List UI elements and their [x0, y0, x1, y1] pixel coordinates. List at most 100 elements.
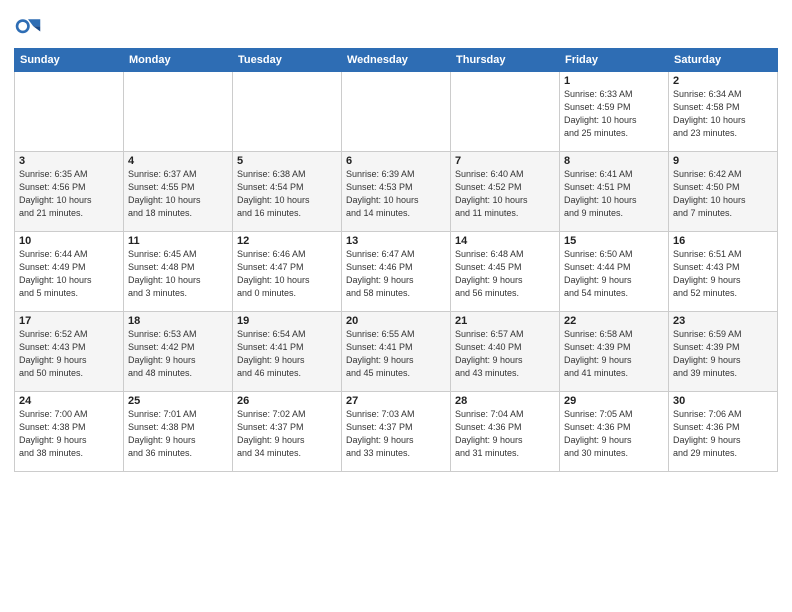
day-info: Sunrise: 6:54 AM Sunset: 4:41 PM Dayligh…	[237, 328, 337, 380]
calendar-cell	[342, 72, 451, 152]
calendar-cell: 25Sunrise: 7:01 AM Sunset: 4:38 PM Dayli…	[124, 392, 233, 472]
day-number: 19	[237, 315, 337, 327]
day-info: Sunrise: 6:35 AM Sunset: 4:56 PM Dayligh…	[19, 168, 119, 220]
day-info: Sunrise: 6:58 AM Sunset: 4:39 PM Dayligh…	[564, 328, 664, 380]
calendar-week-row-0: 1Sunrise: 6:33 AM Sunset: 4:59 PM Daylig…	[15, 72, 778, 152]
day-number: 1	[564, 75, 664, 87]
day-info: Sunrise: 6:59 AM Sunset: 4:39 PM Dayligh…	[673, 328, 773, 380]
header	[14, 10, 778, 42]
day-number: 22	[564, 315, 664, 327]
calendar-cell: 20Sunrise: 6:55 AM Sunset: 4:41 PM Dayli…	[342, 312, 451, 392]
calendar-cell	[124, 72, 233, 152]
weekday-header-saturday: Saturday	[669, 49, 778, 72]
day-number: 20	[346, 315, 446, 327]
weekday-header-monday: Monday	[124, 49, 233, 72]
day-number: 8	[564, 155, 664, 167]
day-number: 9	[673, 155, 773, 167]
day-info: Sunrise: 6:39 AM Sunset: 4:53 PM Dayligh…	[346, 168, 446, 220]
day-info: Sunrise: 6:44 AM Sunset: 4:49 PM Dayligh…	[19, 248, 119, 300]
day-info: Sunrise: 6:33 AM Sunset: 4:59 PM Dayligh…	[564, 88, 664, 140]
day-number: 7	[455, 155, 555, 167]
day-info: Sunrise: 7:02 AM Sunset: 4:37 PM Dayligh…	[237, 408, 337, 460]
day-number: 25	[128, 395, 228, 407]
calendar-cell: 5Sunrise: 6:38 AM Sunset: 4:54 PM Daylig…	[233, 152, 342, 232]
calendar-cell: 21Sunrise: 6:57 AM Sunset: 4:40 PM Dayli…	[451, 312, 560, 392]
day-number: 16	[673, 235, 773, 247]
day-number: 13	[346, 235, 446, 247]
weekday-header-wednesday: Wednesday	[342, 49, 451, 72]
day-info: Sunrise: 6:41 AM Sunset: 4:51 PM Dayligh…	[564, 168, 664, 220]
day-info: Sunrise: 7:05 AM Sunset: 4:36 PM Dayligh…	[564, 408, 664, 460]
calendar-cell: 3Sunrise: 6:35 AM Sunset: 4:56 PM Daylig…	[15, 152, 124, 232]
day-number: 30	[673, 395, 773, 407]
logo-icon	[14, 14, 42, 42]
calendar-cell	[233, 72, 342, 152]
calendar-table: SundayMondayTuesdayWednesdayThursdayFrid…	[14, 48, 778, 472]
day-info: Sunrise: 6:45 AM Sunset: 4:48 PM Dayligh…	[128, 248, 228, 300]
day-number: 5	[237, 155, 337, 167]
calendar-week-row-4: 24Sunrise: 7:00 AM Sunset: 4:38 PM Dayli…	[15, 392, 778, 472]
weekday-header-friday: Friday	[560, 49, 669, 72]
day-number: 18	[128, 315, 228, 327]
calendar-cell: 24Sunrise: 7:00 AM Sunset: 4:38 PM Dayli…	[15, 392, 124, 472]
calendar-cell: 26Sunrise: 7:02 AM Sunset: 4:37 PM Dayli…	[233, 392, 342, 472]
day-info: Sunrise: 6:53 AM Sunset: 4:42 PM Dayligh…	[128, 328, 228, 380]
day-number: 27	[346, 395, 446, 407]
day-info: Sunrise: 7:01 AM Sunset: 4:38 PM Dayligh…	[128, 408, 228, 460]
calendar-cell: 17Sunrise: 6:52 AM Sunset: 4:43 PM Dayli…	[15, 312, 124, 392]
calendar-cell: 6Sunrise: 6:39 AM Sunset: 4:53 PM Daylig…	[342, 152, 451, 232]
calendar-cell: 2Sunrise: 6:34 AM Sunset: 4:58 PM Daylig…	[669, 72, 778, 152]
day-number: 15	[564, 235, 664, 247]
day-info: Sunrise: 6:47 AM Sunset: 4:46 PM Dayligh…	[346, 248, 446, 300]
calendar-cell	[451, 72, 560, 152]
day-info: Sunrise: 7:03 AM Sunset: 4:37 PM Dayligh…	[346, 408, 446, 460]
calendar-cell: 8Sunrise: 6:41 AM Sunset: 4:51 PM Daylig…	[560, 152, 669, 232]
day-number: 2	[673, 75, 773, 87]
calendar-cell: 14Sunrise: 6:48 AM Sunset: 4:45 PM Dayli…	[451, 232, 560, 312]
calendar-week-row-2: 10Sunrise: 6:44 AM Sunset: 4:49 PM Dayli…	[15, 232, 778, 312]
day-number: 12	[237, 235, 337, 247]
day-info: Sunrise: 6:37 AM Sunset: 4:55 PM Dayligh…	[128, 168, 228, 220]
calendar-cell: 10Sunrise: 6:44 AM Sunset: 4:49 PM Dayli…	[15, 232, 124, 312]
calendar-cell: 30Sunrise: 7:06 AM Sunset: 4:36 PM Dayli…	[669, 392, 778, 472]
day-number: 26	[237, 395, 337, 407]
calendar-cell: 9Sunrise: 6:42 AM Sunset: 4:50 PM Daylig…	[669, 152, 778, 232]
calendar-cell	[15, 72, 124, 152]
day-info: Sunrise: 6:34 AM Sunset: 4:58 PM Dayligh…	[673, 88, 773, 140]
day-info: Sunrise: 6:55 AM Sunset: 4:41 PM Dayligh…	[346, 328, 446, 380]
day-number: 11	[128, 235, 228, 247]
day-info: Sunrise: 6:51 AM Sunset: 4:43 PM Dayligh…	[673, 248, 773, 300]
day-info: Sunrise: 7:06 AM Sunset: 4:36 PM Dayligh…	[673, 408, 773, 460]
calendar-cell: 28Sunrise: 7:04 AM Sunset: 4:36 PM Dayli…	[451, 392, 560, 472]
calendar-cell: 13Sunrise: 6:47 AM Sunset: 4:46 PM Dayli…	[342, 232, 451, 312]
page: SundayMondayTuesdayWednesdayThursdayFrid…	[0, 0, 792, 612]
calendar-week-row-3: 17Sunrise: 6:52 AM Sunset: 4:43 PM Dayli…	[15, 312, 778, 392]
weekday-header-row: SundayMondayTuesdayWednesdayThursdayFrid…	[15, 49, 778, 72]
calendar-cell: 19Sunrise: 6:54 AM Sunset: 4:41 PM Dayli…	[233, 312, 342, 392]
calendar-cell: 27Sunrise: 7:03 AM Sunset: 4:37 PM Dayli…	[342, 392, 451, 472]
day-number: 21	[455, 315, 555, 327]
day-number: 29	[564, 395, 664, 407]
day-info: Sunrise: 6:42 AM Sunset: 4:50 PM Dayligh…	[673, 168, 773, 220]
weekday-header-tuesday: Tuesday	[233, 49, 342, 72]
weekday-header-sunday: Sunday	[15, 49, 124, 72]
day-info: Sunrise: 6:46 AM Sunset: 4:47 PM Dayligh…	[237, 248, 337, 300]
calendar-cell: 23Sunrise: 6:59 AM Sunset: 4:39 PM Dayli…	[669, 312, 778, 392]
logo	[14, 14, 44, 42]
calendar-cell: 29Sunrise: 7:05 AM Sunset: 4:36 PM Dayli…	[560, 392, 669, 472]
day-info: Sunrise: 6:40 AM Sunset: 4:52 PM Dayligh…	[455, 168, 555, 220]
calendar-cell: 4Sunrise: 6:37 AM Sunset: 4:55 PM Daylig…	[124, 152, 233, 232]
day-info: Sunrise: 6:50 AM Sunset: 4:44 PM Dayligh…	[564, 248, 664, 300]
day-number: 17	[19, 315, 119, 327]
calendar-cell: 7Sunrise: 6:40 AM Sunset: 4:52 PM Daylig…	[451, 152, 560, 232]
calendar-cell: 12Sunrise: 6:46 AM Sunset: 4:47 PM Dayli…	[233, 232, 342, 312]
day-number: 23	[673, 315, 773, 327]
calendar-cell: 22Sunrise: 6:58 AM Sunset: 4:39 PM Dayli…	[560, 312, 669, 392]
calendar-cell: 18Sunrise: 6:53 AM Sunset: 4:42 PM Dayli…	[124, 312, 233, 392]
calendar-week-row-1: 3Sunrise: 6:35 AM Sunset: 4:56 PM Daylig…	[15, 152, 778, 232]
day-number: 6	[346, 155, 446, 167]
day-info: Sunrise: 7:04 AM Sunset: 4:36 PM Dayligh…	[455, 408, 555, 460]
day-info: Sunrise: 7:00 AM Sunset: 4:38 PM Dayligh…	[19, 408, 119, 460]
day-number: 24	[19, 395, 119, 407]
day-info: Sunrise: 6:57 AM Sunset: 4:40 PM Dayligh…	[455, 328, 555, 380]
